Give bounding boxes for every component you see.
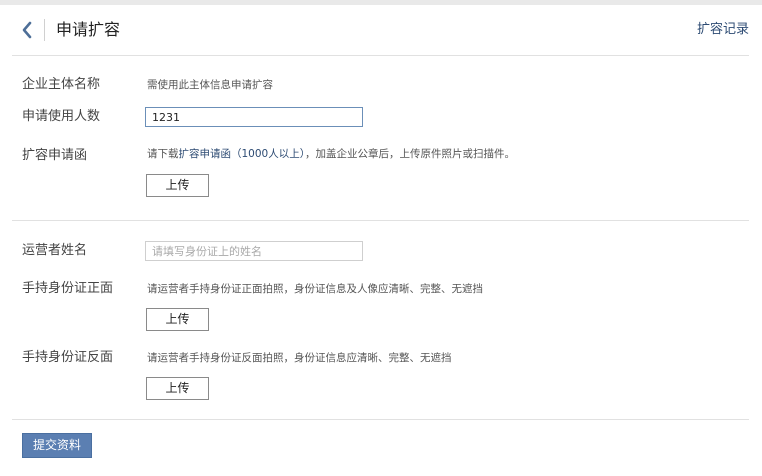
operator-name-input[interactable] bbox=[145, 241, 363, 261]
application-letter-hint-prefix: 请下载 bbox=[147, 148, 179, 160]
application-letter-hint: 请下载扩容申请函（1000人以上），加盖企业公章后，上传原件照片或扫描件。 bbox=[147, 147, 515, 162]
id-front-label: 手持身份证正面 bbox=[22, 281, 114, 296]
operator-name-label: 运营者姓名 bbox=[22, 243, 88, 258]
page-title: 申请扩容 bbox=[56, 20, 121, 39]
id-back-hint: 请运营者手持身份证反面拍照，身份证信息应清晰、完整、无遮挡 bbox=[147, 352, 452, 364]
company-name-hint: 需使用此主体信息申请扩容 bbox=[147, 79, 273, 91]
id-front-hint: 请运营者手持身份证正面拍照，身份证信息及人像应清晰、完整、无遮挡 bbox=[147, 283, 483, 295]
download-letter-link[interactable]: 扩容申请函（1000人以上） bbox=[179, 148, 305, 160]
upload-id-back-button[interactable]: 上传 bbox=[146, 377, 209, 400]
upload-id-front-button[interactable]: 上传 bbox=[146, 308, 209, 331]
header-divider bbox=[44, 19, 45, 41]
upload-letter-button[interactable]: 上传 bbox=[146, 174, 209, 197]
footer-divider bbox=[12, 419, 749, 420]
main-panel: 申请扩容 扩容记录 企业主体名称 需使用此主体信息申请扩容 申请使用人数 扩容申… bbox=[0, 5, 762, 476]
user-count-label: 申请使用人数 bbox=[22, 109, 101, 124]
header-divider-line bbox=[12, 55, 749, 56]
application-letter-hint-suffix: ，加盖企业公章后，上传原件照片或扫描件。 bbox=[304, 148, 515, 160]
id-back-label: 手持身份证反面 bbox=[22, 350, 114, 365]
back-button[interactable] bbox=[18, 18, 38, 42]
section-divider bbox=[12, 220, 749, 221]
page-header: 申请扩容 扩容记录 bbox=[0, 5, 762, 55]
expansion-history-link[interactable]: 扩容记录 bbox=[697, 21, 749, 39]
submit-button[interactable]: 提交资料 bbox=[22, 433, 92, 458]
company-name-label: 企业主体名称 bbox=[22, 77, 101, 92]
chevron-left-icon bbox=[22, 21, 32, 39]
user-count-input[interactable] bbox=[145, 107, 363, 127]
application-letter-label: 扩容申请函 bbox=[22, 148, 88, 163]
